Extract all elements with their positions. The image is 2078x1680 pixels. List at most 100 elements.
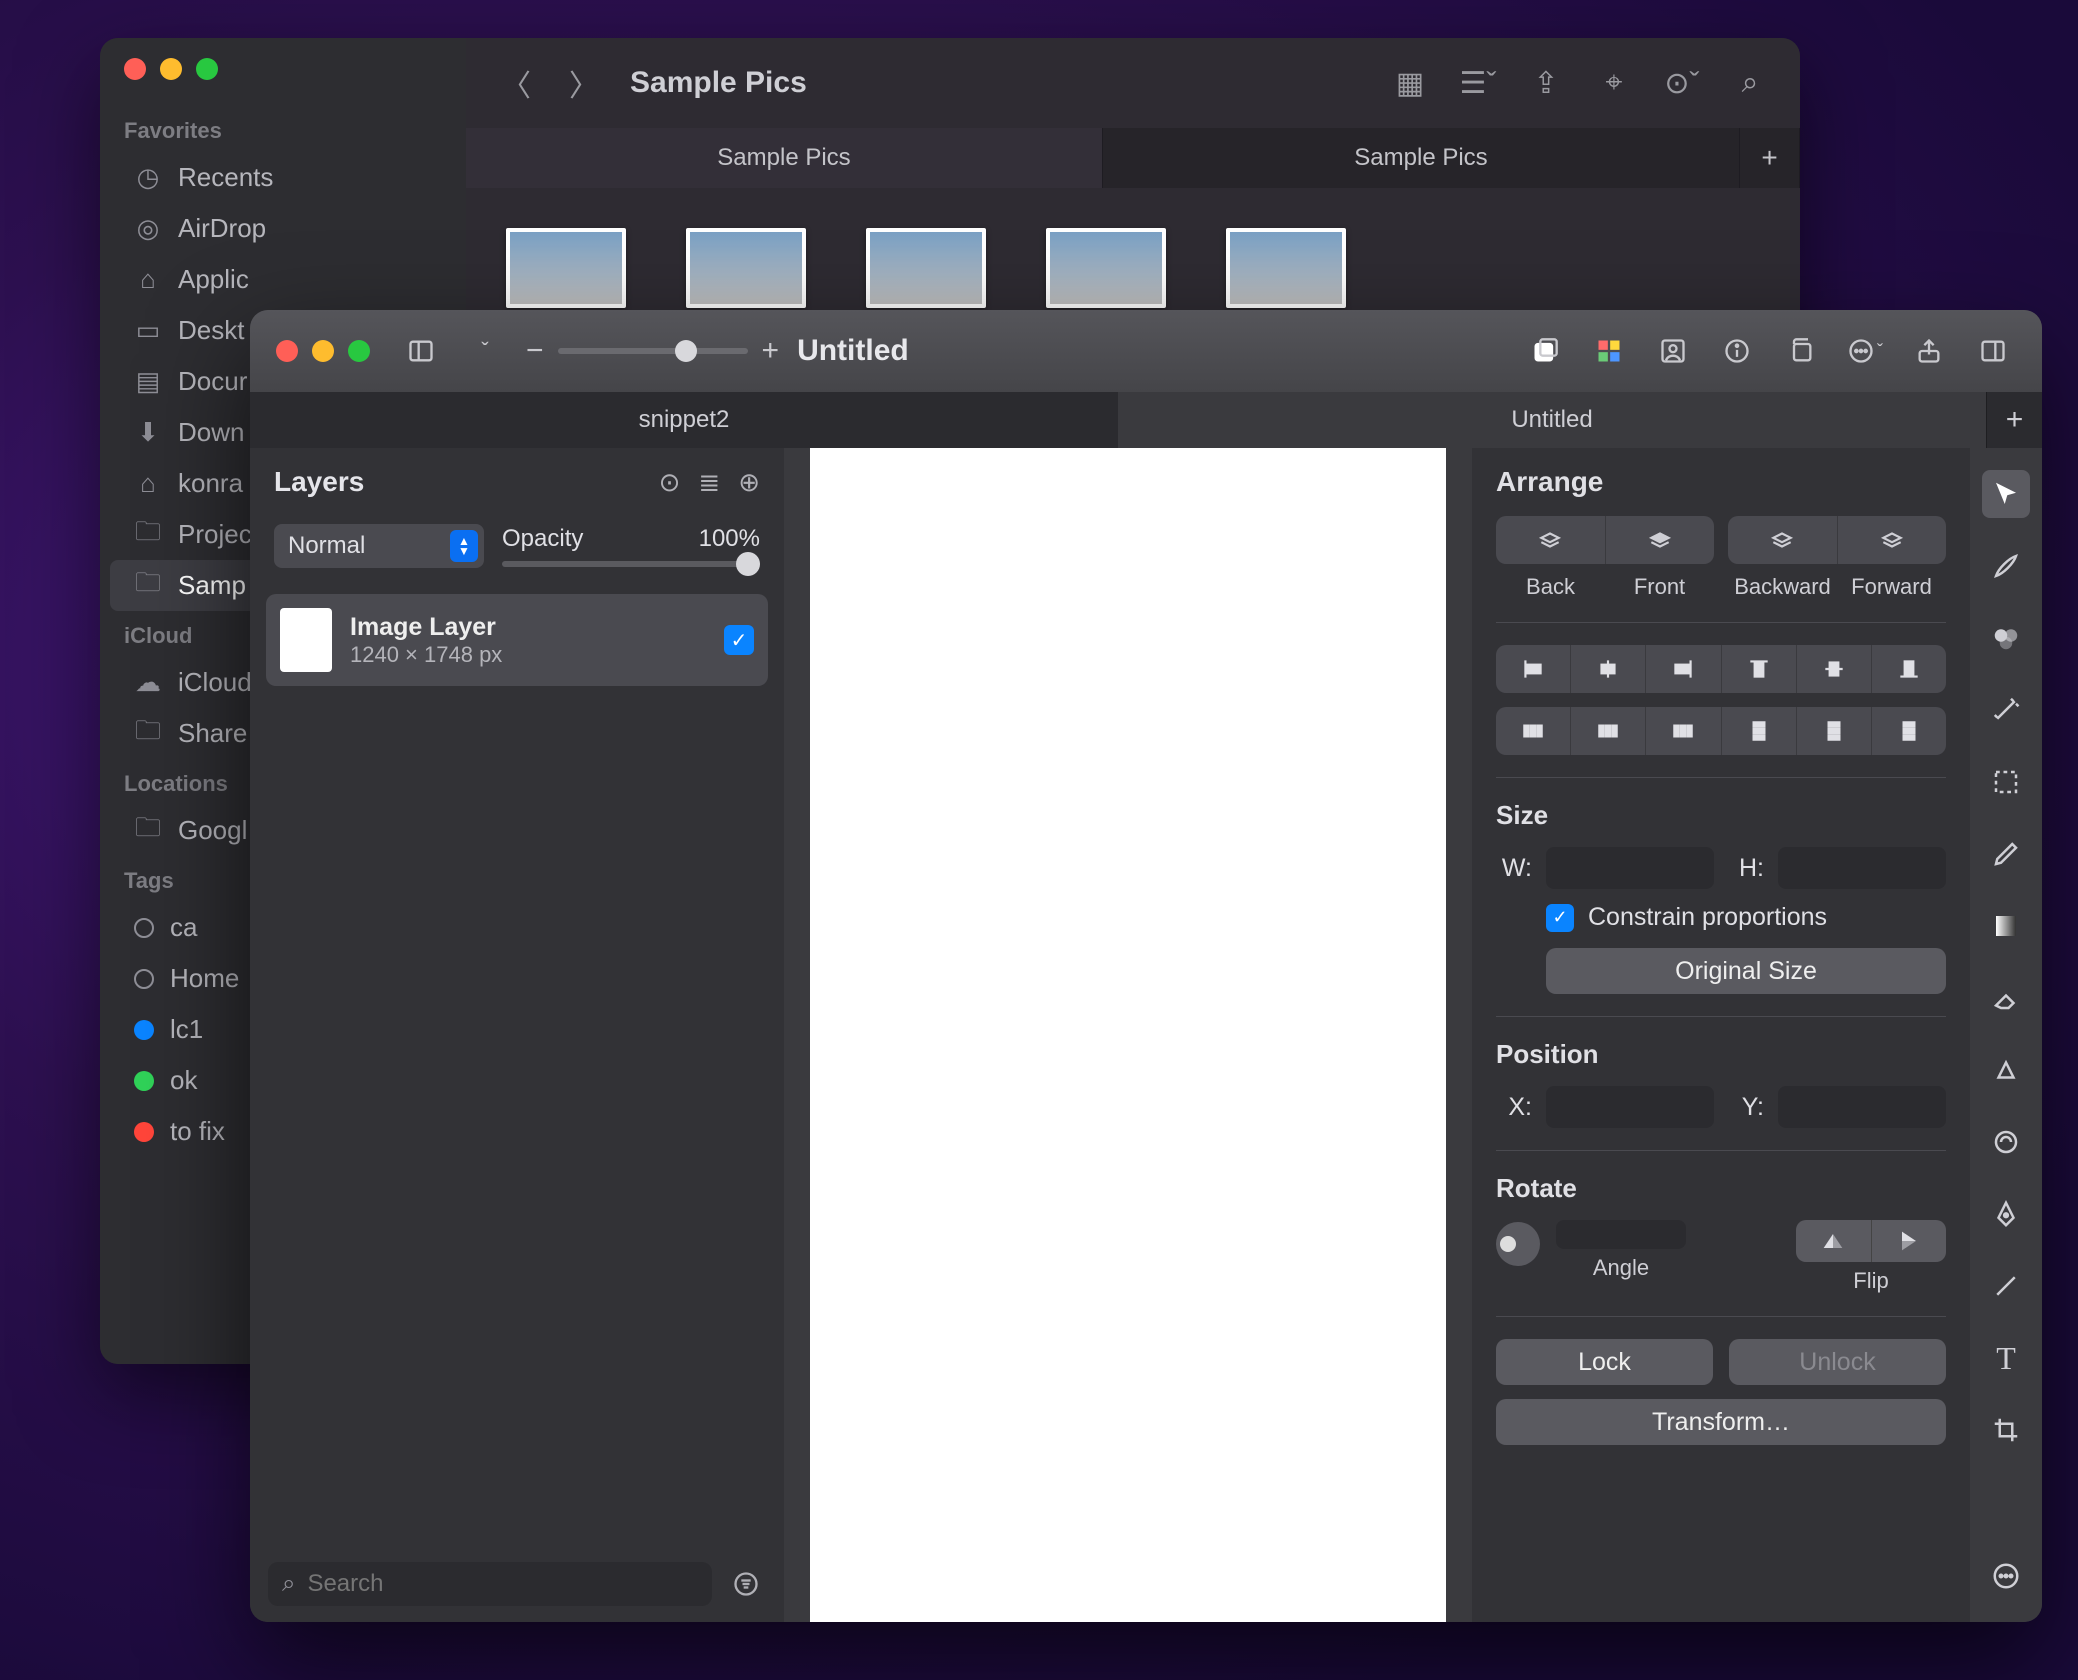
- height-field[interactable]: ▲▼: [1778, 847, 1946, 889]
- editor-traffic-lights[interactable]: [276, 340, 380, 362]
- zoom-control[interactable]: − +: [526, 334, 779, 368]
- zoom-in-button[interactable]: +: [762, 334, 780, 368]
- distribute-v-top-button[interactable]: [1721, 707, 1796, 755]
- tags-button[interactable]: ⌖: [1592, 61, 1636, 105]
- share-button[interactable]: ⇪: [1524, 61, 1568, 105]
- x-field[interactable]: ▲▼: [1546, 1086, 1714, 1128]
- layers-options-icon[interactable]: ⊙: [659, 467, 681, 498]
- color-picker-tool[interactable]: [1982, 614, 2030, 662]
- finder-traffic-lights[interactable]: [100, 58, 466, 106]
- close-icon[interactable]: [276, 340, 298, 362]
- gradient-tool[interactable]: [1982, 902, 2030, 950]
- line-tool[interactable]: [1982, 1262, 2030, 1310]
- angle-input[interactable]: [1556, 1220, 1686, 1249]
- y-field[interactable]: ▲▼: [1778, 1086, 1946, 1128]
- color-adjust-button[interactable]: [1586, 328, 1632, 374]
- finder-tab-add[interactable]: +: [1740, 128, 1800, 188]
- smudge-tool[interactable]: [1982, 1046, 2030, 1094]
- rotation-dial[interactable]: [1496, 1222, 1540, 1266]
- opacity-slider[interactable]: [502, 561, 760, 567]
- zoom-icon[interactable]: [196, 58, 218, 80]
- bring-forward-button[interactable]: [1837, 516, 1947, 564]
- distribute-h-left-button[interactable]: [1496, 707, 1570, 755]
- brush-tool[interactable]: [1982, 542, 2030, 590]
- zoom-slider[interactable]: [558, 348, 748, 354]
- constrain-proportions-checkbox[interactable]: ✓: [1546, 904, 1574, 932]
- add-image-button[interactable]: [1522, 328, 1568, 374]
- distribute-h-center-button[interactable]: [1570, 707, 1645, 755]
- sidebar-item-recents[interactable]: ◷Recents: [110, 152, 456, 203]
- align-right-button[interactable]: [1645, 645, 1720, 693]
- opacity-control[interactable]: Opacity 100%: [502, 525, 760, 567]
- actions-button[interactable]: ⊙ˇ: [1660, 61, 1704, 105]
- clone-tool[interactable]: [1982, 1118, 2030, 1166]
- editor-tab-snippet2[interactable]: snippet2: [250, 392, 1118, 448]
- file-thumbnail[interactable]: [506, 228, 626, 308]
- chevron-down-icon[interactable]: ˇ: [462, 328, 508, 374]
- portrait-button[interactable]: [1650, 328, 1696, 374]
- file-thumbnail[interactable]: [1046, 228, 1166, 308]
- canvas-area[interactable]: [784, 448, 1472, 1622]
- flip-vertical-button[interactable]: [1871, 1220, 1947, 1262]
- layers-add-icon[interactable]: ⊕: [738, 467, 760, 498]
- wand-tool[interactable]: [1982, 686, 2030, 734]
- opacity-slider-knob[interactable]: [736, 552, 760, 576]
- align-top-button[interactable]: [1721, 645, 1796, 693]
- y-input[interactable]: [1778, 1086, 1946, 1128]
- eraser-tool[interactable]: [1982, 974, 2030, 1022]
- minimize-icon[interactable]: [160, 58, 182, 80]
- layers-search-input[interactable]: ⌕: [268, 1562, 712, 1606]
- sidebar-item-airdrop[interactable]: ◎AirDrop: [110, 203, 456, 254]
- file-thumbnail[interactable]: [866, 228, 986, 308]
- bring-to-front-button[interactable]: [1605, 516, 1715, 564]
- duplicate-document-button[interactable]: [1778, 328, 1824, 374]
- finder-tab[interactable]: Sample Pics: [1103, 128, 1740, 188]
- layers-stack-icon[interactable]: ≣: [698, 467, 720, 498]
- move-tool[interactable]: [1982, 470, 2030, 518]
- inspector-toggle-button[interactable]: [1970, 328, 2016, 374]
- text-tool[interactable]: T: [1982, 1334, 2030, 1382]
- file-thumbnail[interactable]: [1226, 228, 1346, 308]
- canvas[interactable]: [810, 448, 1446, 1622]
- width-input[interactable]: [1546, 847, 1714, 889]
- height-input[interactable]: [1778, 847, 1946, 889]
- lock-button[interactable]: Lock: [1496, 1339, 1713, 1385]
- align-hcenter-button[interactable]: [1570, 645, 1645, 693]
- zoom-slider-knob[interactable]: [675, 340, 697, 362]
- align-vcenter-button[interactable]: [1796, 645, 1871, 693]
- send-backward-button[interactable]: [1728, 516, 1837, 564]
- view-icons-button[interactable]: ▦: [1388, 61, 1432, 105]
- search-button[interactable]: ⌕: [1728, 61, 1772, 105]
- send-to-back-button[interactable]: [1496, 516, 1605, 564]
- close-icon[interactable]: [124, 58, 146, 80]
- group-button[interactable]: ☰ˇ: [1456, 61, 1500, 105]
- forward-button[interactable]: 〉: [562, 61, 606, 105]
- more-button[interactable]: ˇ: [1842, 328, 1888, 374]
- x-input[interactable]: [1546, 1086, 1714, 1128]
- marquee-tool[interactable]: [1982, 758, 2030, 806]
- distribute-h-right-button[interactable]: [1645, 707, 1720, 755]
- width-field[interactable]: ▲▼: [1546, 847, 1714, 889]
- transform-button[interactable]: Transform…: [1496, 1399, 1946, 1445]
- original-size-button[interactable]: Original Size: [1546, 948, 1946, 994]
- align-bottom-button[interactable]: [1871, 645, 1946, 693]
- distribute-v-bottom-button[interactable]: [1871, 707, 1946, 755]
- editor-tab-untitled[interactable]: Untitled: [1118, 392, 1986, 448]
- layer-row[interactable]: Image Layer 1240 × 1748 px ✓: [266, 594, 768, 686]
- angle-field[interactable]: ▲▼: [1556, 1220, 1686, 1249]
- finder-tab[interactable]: Sample Pics: [466, 128, 1103, 188]
- layer-visibility-checkbox[interactable]: ✓: [724, 625, 754, 655]
- blend-mode-select[interactable]: Normal ▲▼: [274, 524, 484, 568]
- crop-tool[interactable]: [1982, 1406, 2030, 1454]
- editor-tab-add[interactable]: +: [1986, 392, 2042, 448]
- minimize-icon[interactable]: [312, 340, 334, 362]
- unlock-button[interactable]: Unlock: [1729, 1339, 1946, 1385]
- layers-search-field[interactable]: [307, 1570, 698, 1598]
- sidebar-item-applications[interactable]: ⌂Applic: [110, 254, 456, 305]
- sidebar-toggle-button[interactable]: [398, 328, 444, 374]
- zoom-out-button[interactable]: −: [526, 334, 544, 368]
- share-button[interactable]: [1906, 328, 1952, 374]
- layers-filter-button[interactable]: [726, 1564, 766, 1604]
- pen-tool[interactable]: [1982, 1190, 2030, 1238]
- info-button[interactable]: [1714, 328, 1760, 374]
